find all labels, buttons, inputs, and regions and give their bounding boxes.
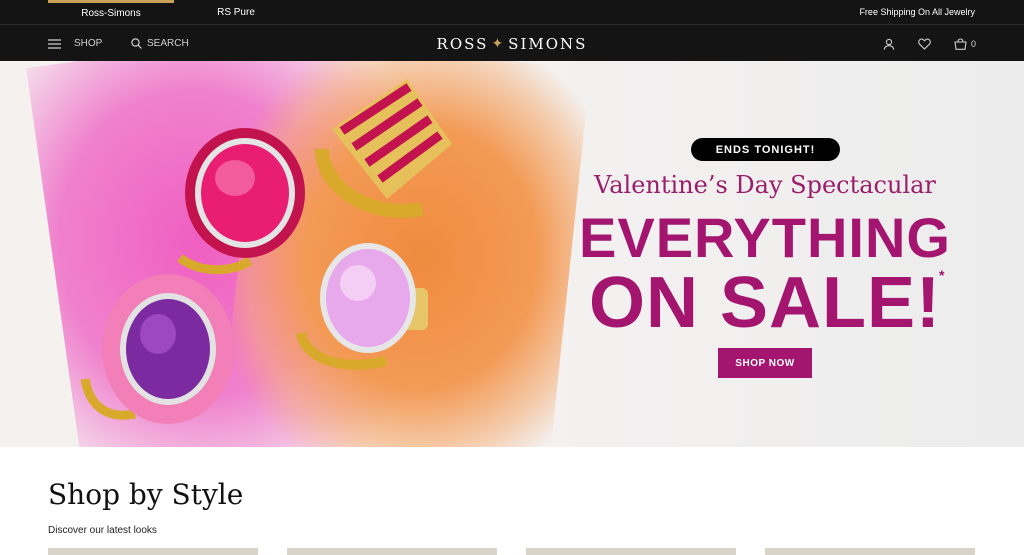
logo-text-left: ROSS <box>436 34 489 53</box>
site-tab-ross-simons[interactable]: Ross-Simons <box>48 0 174 24</box>
ruby-band-ring-image <box>315 79 452 218</box>
section-title: Shop by Style <box>48 478 244 511</box>
ends-tonight-badge: ENDS TONIGHT! <box>691 138 840 161</box>
free-shipping-link[interactable]: Free Shipping On All Jewelry <box>859 0 975 24</box>
main-header: SHOP SEARCH ROSS ✦ SIMONS 0 <box>0 24 1024 62</box>
site-tab-label: RS Pure <box>217 6 255 18</box>
style-tile[interactable] <box>765 548 975 555</box>
site-tab-rs-pure[interactable]: RS Pure <box>200 0 272 24</box>
user-icon <box>883 38 895 50</box>
wishlist-button[interactable] <box>918 25 931 62</box>
shopping-bag-icon <box>954 37 967 50</box>
site-tab-label: Ross-Simons <box>81 8 141 19</box>
utility-bar: Ross-Simons RS Pure Free Shipping On All… <box>0 0 1024 24</box>
style-tile[interactable] <box>48 548 258 555</box>
amethyst-ring-image <box>80 274 234 424</box>
kunzite-ring-image <box>296 243 428 370</box>
style-tile[interactable] <box>526 548 736 555</box>
hero-headline-line1: EVERYTHING <box>579 206 951 269</box>
bag-count: 0 <box>971 38 977 49</box>
hero-asterisk: * <box>939 267 945 283</box>
pink-tourmaline-ring-image <box>177 128 305 275</box>
hero-subtitle: Valentine’s Day Spectacular <box>594 171 936 199</box>
style-tile[interactable] <box>287 548 497 555</box>
logo-text-right: SIMONS <box>508 34 588 53</box>
ross-simons-logo[interactable]: ROSS ✦ SIMONS <box>0 25 1024 62</box>
account-button[interactable] <box>883 25 895 62</box>
heart-icon <box>918 38 931 50</box>
shop-now-button[interactable]: SHOP NOW <box>718 348 812 378</box>
hero-banner[interactable]: ENDS TONIGHT! Valentine’s Day Spectacula… <box>0 61 1024 447</box>
star-icon: ✦ <box>491 35 506 52</box>
hero-headline-line2: ON SALE! <box>588 263 941 343</box>
section-subtitle: Discover our latest looks <box>48 525 157 536</box>
shopping-bag-button[interactable]: 0 <box>954 25 976 62</box>
